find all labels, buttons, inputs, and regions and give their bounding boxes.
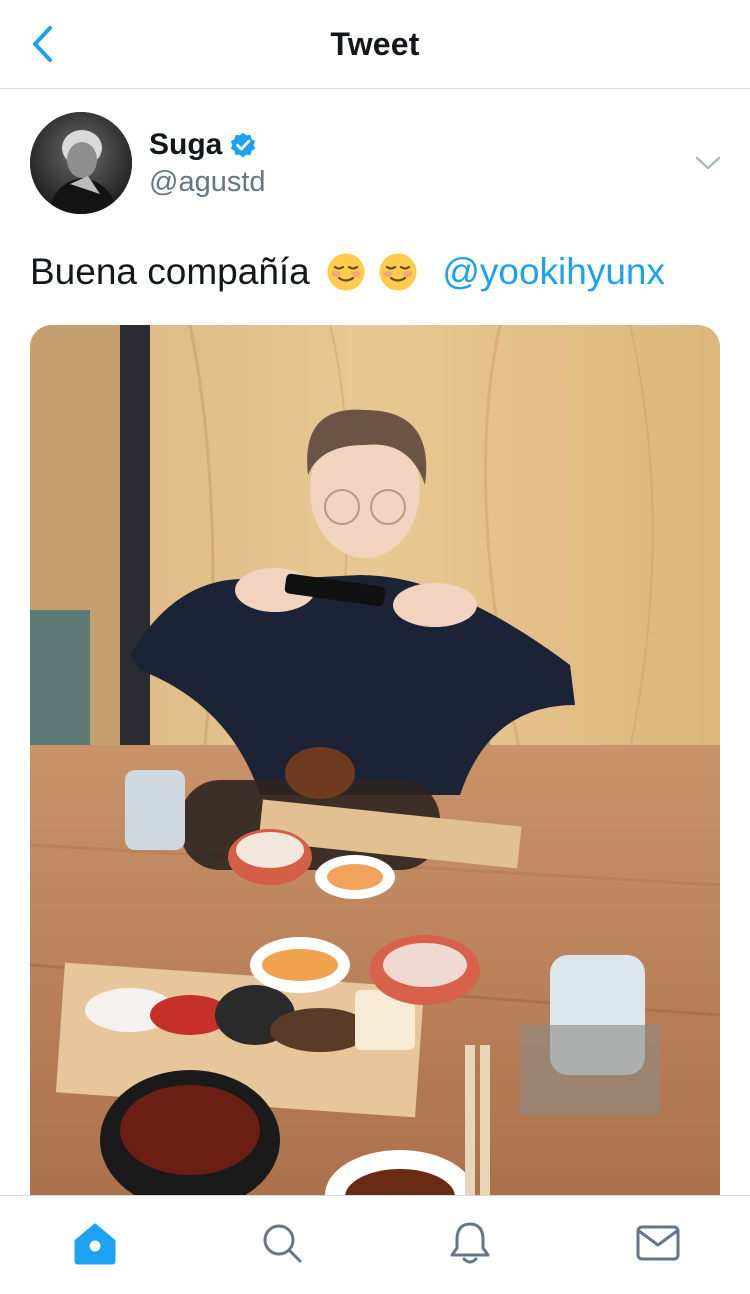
tab-search[interactable] <box>257 1218 307 1268</box>
tab-messages[interactable] <box>633 1218 683 1268</box>
chevron-down-icon <box>695 156 721 170</box>
tweet-text: Buena compañía @yookihyunx <box>30 249 730 295</box>
author-display-name[interactable]: Suga <box>149 128 222 162</box>
photo-illustration <box>30 325 720 1225</box>
verified-badge-icon <box>230 132 256 158</box>
tweet-body: Buena compañía <box>30 251 310 292</box>
avatar[interactable] <box>30 112 132 214</box>
mention-link[interactable]: @yookihyunx <box>442 251 665 292</box>
tab-notifications[interactable] <box>445 1218 495 1268</box>
navigation-header: Tweet <box>0 0 750 89</box>
bottom-tab-bar <box>0 1195 750 1294</box>
tweet-detail-screen: Tweet Suga @agustd Buena compañía @yooki… <box>0 0 750 1294</box>
tab-home[interactable] <box>70 1218 120 1268</box>
tweet-photo[interactable] <box>30 325 720 1225</box>
smiling-face-emoji-icon <box>378 252 418 292</box>
search-icon <box>263 1224 302 1263</box>
page-title: Tweet <box>330 26 420 62</box>
mail-icon <box>636 1225 680 1261</box>
smiling-face-emoji-icon <box>326 252 366 292</box>
bell-icon <box>450 1222 490 1264</box>
author-handle[interactable]: @agustd <box>149 166 266 199</box>
home-icon <box>74 1223 116 1265</box>
more-options-button[interactable] <box>690 148 726 178</box>
